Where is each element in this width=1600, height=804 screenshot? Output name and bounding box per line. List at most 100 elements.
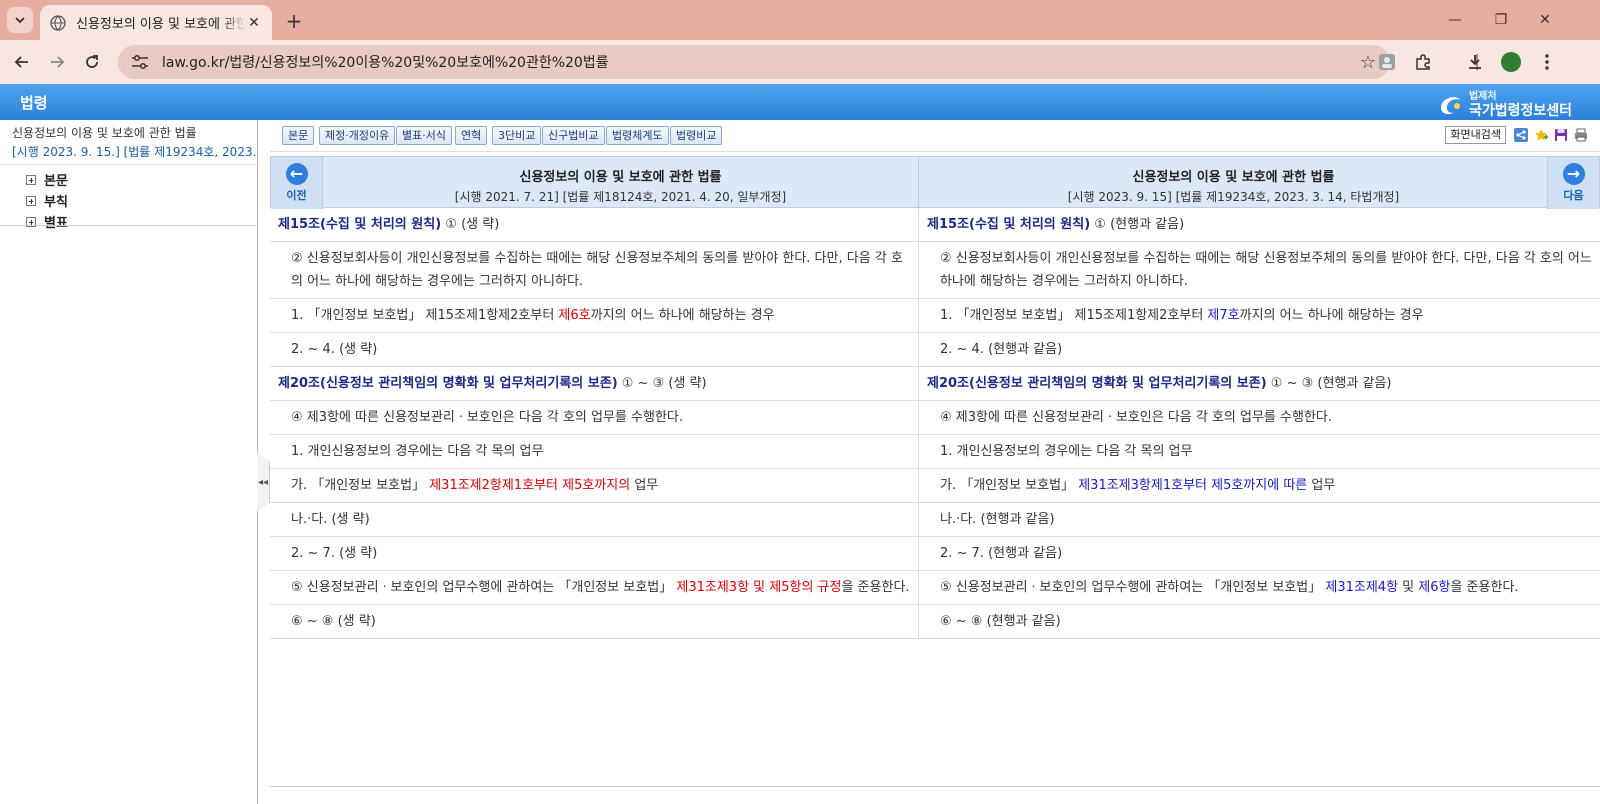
old-cell: ⑥ ~ ⑧ (생 략) <box>270 605 919 638</box>
browser-tab[interactable]: 신용정보의 이용 및 보호에 관한 법률 ✕ <box>40 5 272 40</box>
section-title: 법령 <box>20 94 48 112</box>
tab-history-button[interactable]: 연혁 <box>455 126 488 145</box>
comparison-header: ← 이전 신용정보의 이용 및 보호에 관한 법률 [시행 2021. 7. 2… <box>270 156 1600 209</box>
new-law-title: 신용정보의 이용 및 보호에 관한 법률 <box>1132 170 1335 185</box>
collapse-sidebar-handle[interactable]: ◂◂ <box>257 452 270 512</box>
table-row: 제20조(신용정보 관리책임의 명확화 및 업무처리기록의 보존) ① ~ ③ … <box>270 367 1600 401</box>
cell-text: 을 준용한다. <box>841 580 910 595</box>
tree-item-label: 본문 <box>44 174 68 189</box>
tab-search-button[interactable] <box>7 7 33 33</box>
new-cell: ⑤ 신용정보관리ㆍ보호인의 업무수행에 관하여는 「개인정보 보호법」 제31조… <box>919 571 1600 604</box>
address-bar[interactable]: law.go.kr/법령/신용정보의%20이용%20및%20보호에%20관한%2… <box>118 45 1390 79</box>
next-version-button[interactable]: → 다음 <box>1547 157 1599 209</box>
tab-body-button[interactable]: 본문 <box>282 126 315 145</box>
browser-tab-bar: 신용정보의 이용 및 보호에 관한 법률 ✕ + — ❐ ✕ <box>0 0 1600 40</box>
bookmark-star-icon[interactable]: ☆ <box>1360 52 1376 73</box>
tab-revision-reason-button[interactable]: 제정·개정이유 <box>319 126 396 145</box>
new-cell: 1. 「개인정보 보호법」 제15조제1항제2호부터 제7호까지의 어느 하나에… <box>919 299 1600 332</box>
minimize-button[interactable]: — <box>1432 0 1478 40</box>
org-logo[interactable]: 법제처 국가법령정보센터 <box>1437 87 1572 120</box>
article-title[interactable]: 제15조(수집 및 처리의 원칙) <box>278 217 441 232</box>
back-button[interactable] <box>10 50 34 74</box>
new-cell: ④ 제3항에 따른 신용정보관리ㆍ보호인은 다음 각 호의 업무를 수행한다. <box>940 410 1332 425</box>
new-cell: ⑥ ~ ⑧ (현행과 같음) <box>940 614 1061 629</box>
cell-text: ⑤ 신용정보관리ㆍ보호인의 업무수행에 관하여는 「개인정보 보호법」 <box>291 580 677 595</box>
sidebar-bottom-divider <box>0 225 256 226</box>
cell-text: 업무 <box>1307 478 1336 493</box>
close-window-button[interactable]: ✕ <box>1522 0 1568 40</box>
in-page-search-button[interactable]: 화면내검색 <box>1445 126 1506 144</box>
cell-text: ① ~ ③ (생 략) <box>617 376 707 391</box>
print-icon[interactable] <box>1574 128 1588 142</box>
article-title[interactable]: 제20조(신용정보 관리책임의 명확화 및 업무처리기록의 보존) <box>927 376 1267 391</box>
new-law-info: [시행 2023. 9. 15] [법률 제19234호, 2023. 3. 1… <box>1067 190 1400 204</box>
close-tab-icon[interactable]: ✕ <box>246 15 262 31</box>
old-law-header: 신용정보의 이용 및 보호에 관한 법률 [시행 2021. 7. 21] [법… <box>323 157 919 209</box>
table-row: ④ 제3항에 따른 신용정보관리ㆍ보호인은 다음 각 호의 업무를 수행한다. … <box>270 401 1600 435</box>
main-content: 본문 제정·개정이유 별표·서식 연혁 3단비교 신구법비교 법령체계도 법령비… <box>270 120 1600 804</box>
tab-old-new-compare-button[interactable]: 신구법비교 <box>542 126 605 145</box>
cell-text: ⑤ 신용정보관리ㆍ보호인의 업무수행에 관하여는 「개인정보 보호법」 <box>940 580 1326 595</box>
menu-kebab-icon[interactable] <box>1536 51 1558 73</box>
article-title[interactable]: 제20조(신용정보 관리책임의 명확화 및 업무처리기록의 보존) <box>278 376 618 391</box>
cell-text: 가. 「개인정보 보호법」 <box>940 478 1079 493</box>
arrow-left-icon <box>14 56 28 68</box>
reload-button[interactable] <box>80 50 104 74</box>
browser-toolbar: law.go.kr/법령/신용정보의%20이용%20및%20보호에%20관한%2… <box>0 40 1600 84</box>
cell-text: 1. 「개인정보 보호법」 제15조제1항제2호부터 <box>291 308 559 323</box>
tree-item-body[interactable]: 본문 <box>26 169 257 190</box>
comparison-rows: 제15조(수집 및 처리의 원칙) ① (생 략) 제15조(수집 및 처리의 … <box>270 208 1600 639</box>
sidebar-law-name[interactable]: 신용정보의 이용 및 보호에 관한 법률 <box>0 120 257 141</box>
new-cell: 2. ~ 7. (현행과 같음) <box>940 546 1063 561</box>
tab-3way-compare-button[interactable]: 3단비교 <box>492 126 542 145</box>
cell-text: ① (현행과 같음) <box>1090 217 1185 232</box>
new-cell: 가. 「개인정보 보호법」 제31조제3항제1호부터 제5호까지에 따른 업무 <box>919 469 1600 502</box>
changed-text: 제7호 <box>1207 308 1240 323</box>
expand-plus-icon[interactable] <box>26 195 36 206</box>
arrow-left-icon: ← <box>285 163 308 185</box>
expand-plus-icon[interactable] <box>26 174 36 185</box>
changed-text: 제31조제3항 및 제5항의 규정 <box>676 580 842 595</box>
restore-button[interactable]: ❐ <box>1478 0 1524 40</box>
save-icon[interactable] <box>1554 128 1568 142</box>
tree-item-addenda[interactable]: 부칙 <box>26 190 257 211</box>
globe-icon <box>50 14 66 31</box>
prev-version-button[interactable]: ← 이전 <box>271 157 323 209</box>
next-label: 다음 <box>1563 189 1584 202</box>
new-cell: 제15조(수집 및 처리의 원칙) ① (현행과 같음) <box>919 208 1600 241</box>
table-row: 2. ~ 7. (생 략) 2. ~ 7. (현행과 같음) <box>270 537 1600 571</box>
favorite-add-icon[interactable] <box>1534 128 1548 142</box>
changed-text: 제31조제2항제1호부터 제5호까지의 <box>429 478 631 493</box>
share-icon[interactable] <box>1514 128 1528 142</box>
content-bottom-divider <box>270 786 1600 787</box>
tab-law-system-button[interactable]: 법령체계도 <box>606 126 669 145</box>
table-row: 나.·다. (생 략) 나.·다. (현행과 같음) <box>270 503 1600 537</box>
site-header: 법령 법제처 국가법령정보센터 <box>0 84 1600 120</box>
old-cell: ② 신용정보회사등이 개인신용정보를 수집하는 때에는 해당 신용정보주체의 동… <box>270 242 919 298</box>
cell-text: 을 준용한다. <box>1450 580 1519 595</box>
new-tab-button[interactable]: + <box>282 9 306 33</box>
profile-card-icon[interactable] <box>1376 51 1398 73</box>
cell-text: 업무 <box>630 478 659 493</box>
old-cell: ④ 제3항에 따른 신용정보관리ㆍ보호인은 다음 각 호의 업무를 수행한다. <box>270 401 919 434</box>
sidebar: 신용정보의 이용 및 보호에 관한 법률 [시행 2023. 9. 15.] [… <box>0 120 258 804</box>
tab-forms-button[interactable]: 별표·서식 <box>396 126 452 145</box>
new-cell: ② 신용정보회사등이 개인신용정보를 수집하는 때에는 해당 신용정보주체의 동… <box>940 251 1592 289</box>
site-info-icon[interactable] <box>130 54 150 70</box>
tab-law-compare-button[interactable]: 법령비교 <box>670 126 723 145</box>
cell-text: 까지의 어느 하나에 해당하는 경우 <box>1239 308 1424 323</box>
old-cell: 1. 개인신용정보의 경우에는 다음 각 목의 업무 <box>270 435 919 468</box>
cell-text: 가. 「개인정보 보호법」 <box>291 478 430 493</box>
tab-title: 신용정보의 이용 및 보호에 관한 법률 <box>76 17 246 32</box>
prev-label: 이전 <box>286 189 307 202</box>
tree-item-tables[interactable]: 별표 <box>26 211 257 232</box>
cell-text: ① ~ ③ (현행과 같음) <box>1266 376 1392 391</box>
table-row: ⑤ 신용정보관리ㆍ보호인의 업무수행에 관하여는 「개인정보 보호법」 제31조… <box>270 571 1600 605</box>
table-row: 2. ~ 4. (생 략) 2. ~ 4. (현행과 같음) <box>270 333 1600 367</box>
forward-button[interactable] <box>45 50 69 74</box>
profile-avatar[interactable] <box>1500 51 1522 73</box>
old-cell: ⑤ 신용정보관리ㆍ보호인의 업무수행에 관하여는 「개인정보 보호법」 제31조… <box>270 571 919 604</box>
extensions-icon[interactable] <box>1412 51 1434 73</box>
article-title[interactable]: 제15조(수집 및 처리의 원칙) <box>927 217 1090 232</box>
download-icon[interactable] <box>1464 51 1486 73</box>
